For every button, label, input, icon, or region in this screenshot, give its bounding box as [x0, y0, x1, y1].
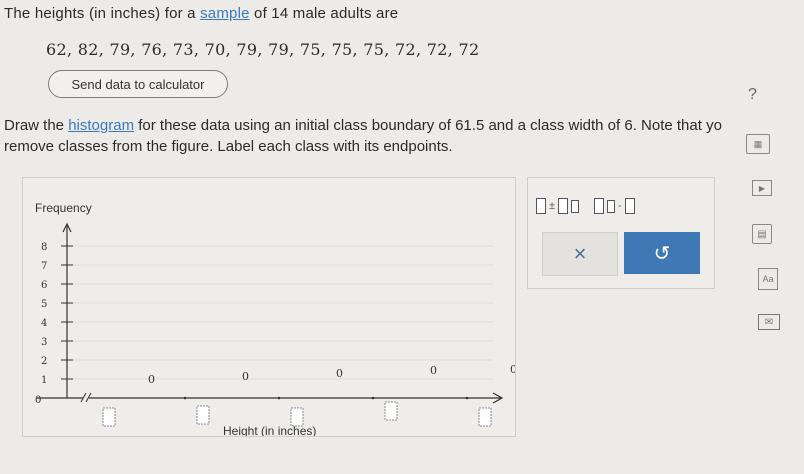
- send-data-button[interactable]: Send data to calculator: [48, 70, 228, 98]
- calculator-icon[interactable]: ▦: [746, 134, 770, 154]
- y-axis-label: Frequency: [35, 201, 92, 215]
- histogram-canvas[interactable]: Frequency 1 2 3 4 5 6 7 8 0 0 0 0 0 0 Height (in in…: [23, 178, 517, 438]
- instructions: Draw the histogram for these data using …: [4, 115, 804, 157]
- play-icon[interactable]: ▶: [752, 180, 772, 196]
- y-tick-label: 4: [41, 318, 47, 329]
- intro-text: The heights (in inches) for a: [4, 5, 201, 22]
- interval-tool-plus[interactable]: ±: [536, 192, 580, 220]
- histogram-link[interactable]: histogram: [68, 117, 134, 134]
- data-values: 62, 82, 79, 76, 73, 70, 79, 79, 75, 75, …: [46, 40, 480, 59]
- class-endpoint-input[interactable]: [384, 401, 398, 421]
- instruction-suffix: for these data using an initial class bo…: [134, 117, 722, 134]
- table-icon[interactable]: ▤: [752, 224, 772, 244]
- help-icon[interactable]: ?: [748, 86, 757, 104]
- y-tick-label: 5: [41, 299, 47, 310]
- box-icon: [536, 198, 546, 214]
- instruction-line-2: remove classes from the figure. Label ea…: [4, 138, 453, 155]
- y-tick-label: 3: [41, 337, 47, 348]
- instruction-prefix: Draw the: [4, 117, 69, 134]
- box-icon: [571, 199, 580, 213]
- y-tick-label: 2: [41, 356, 47, 367]
- box-icon: [624, 198, 635, 214]
- plus-minus-icon: ±: [549, 200, 556, 212]
- bar-value-label[interactable]: 0: [430, 364, 437, 377]
- drawing-tools-panel: ± - × ↺: [527, 177, 715, 289]
- y-tick-label: 6: [41, 280, 47, 291]
- box-icon: [607, 199, 615, 213]
- bar-value-label[interactable]: 0: [336, 367, 343, 380]
- y-tick-zero: 0: [35, 395, 41, 406]
- question-intro: The heights (in inches) for a sample of …: [4, 5, 398, 22]
- histogram-graph-panel[interactable]: Frequency 1 2 3 4 5 6 7 8 0 0 0 0 0 0 Height (in in…: [22, 177, 517, 438]
- sample-link[interactable]: sample: [200, 5, 250, 22]
- class-boundary-point[interactable]: [371, 396, 375, 400]
- class-endpoint-input[interactable]: [478, 407, 492, 427]
- interval-tool-minus[interactable]: -: [594, 192, 635, 220]
- class-endpoint-input[interactable]: [196, 405, 210, 425]
- y-tick-label: 1: [41, 375, 47, 386]
- box-icon: [594, 198, 604, 214]
- bar-value-label[interactable]: 0: [242, 370, 249, 383]
- instruction-line-1: Draw the histogram for these data using …: [4, 115, 804, 136]
- clear-button[interactable]: ×: [542, 232, 618, 276]
- class-boundary-point[interactable]: [277, 396, 281, 400]
- class-endpoint-input[interactable]: [102, 407, 116, 427]
- undo-button[interactable]: ↺: [624, 232, 700, 274]
- bar-value-label[interactable]: 0: [148, 373, 155, 386]
- box-icon: [558, 198, 569, 214]
- text-icon[interactable]: Aa: [758, 268, 778, 290]
- class-boundary-point[interactable]: [465, 396, 469, 400]
- minus-icon: -: [618, 200, 622, 212]
- class-boundary-point[interactable]: [183, 396, 187, 400]
- intro-text-end: of 14 male adults are: [249, 5, 399, 22]
- y-tick-label: 8: [41, 242, 47, 253]
- mail-icon[interactable]: ✉: [758, 314, 780, 330]
- bar-value-label[interactable]: 0: [510, 363, 517, 376]
- x-axis-label: Height (in inches): [223, 424, 316, 436]
- y-tick-label: 7: [41, 261, 47, 272]
